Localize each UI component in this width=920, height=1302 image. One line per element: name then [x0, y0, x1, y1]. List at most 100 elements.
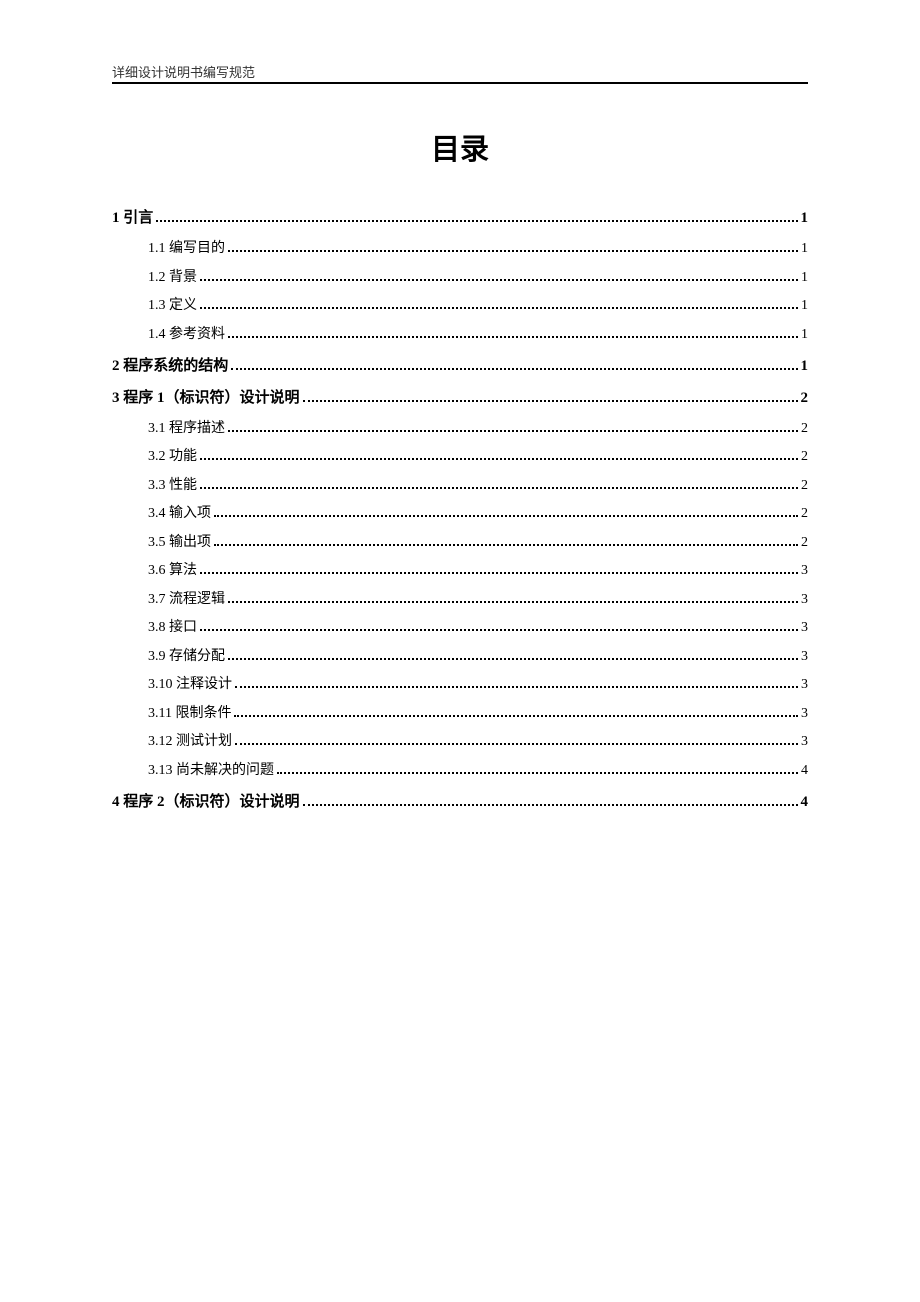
toc-text: 性能	[166, 478, 198, 493]
toc-number: 2	[112, 358, 120, 374]
toc-leader-dots	[228, 250, 798, 252]
toc-leader-dots	[214, 544, 798, 546]
toc-number: 3	[112, 390, 120, 406]
toc-text: 编写目的	[166, 241, 226, 256]
toc-number: 3.4	[148, 506, 166, 521]
toc-text: 算法	[166, 563, 198, 578]
toc-label: 3.13 尚未解决的问题	[148, 759, 274, 779]
toc-text: 输入项	[166, 506, 212, 521]
toc-text: 限制条件	[172, 706, 232, 721]
toc-text: 参考资料	[166, 327, 226, 342]
toc-text: 引言	[120, 210, 154, 226]
toc-page-number: 1	[801, 270, 808, 286]
toc-text: 存储分配	[166, 649, 226, 664]
toc-leader-dots	[200, 458, 798, 460]
toc-label: 3.2 功能	[148, 445, 197, 465]
toc-number: 3.2	[148, 449, 166, 464]
toc-label: 1.2 背景	[148, 266, 197, 286]
toc-container: 1 引言 11.1 编写目的 11.2 背景 11.3 定义 11.4 参考资料…	[112, 206, 808, 811]
toc-label: 3.10 注释设计	[148, 673, 232, 693]
toc-leader-dots	[200, 629, 798, 631]
toc-entry: 3 程序 1（标识符）设计说明 2	[112, 386, 808, 407]
toc-leader-dots	[235, 743, 798, 745]
toc-leader-dots	[277, 772, 798, 774]
toc-number: 1.2	[148, 270, 166, 285]
header-rule	[112, 82, 808, 84]
toc-leader-dots	[228, 336, 798, 338]
toc-page-number: 3	[801, 592, 808, 608]
toc-entry: 3.10 注释设计 3	[148, 673, 808, 693]
page-header: 详细设计说明书编写规范	[112, 62, 808, 81]
toc-label: 3.6 算法	[148, 559, 197, 579]
toc-number: 3.9	[148, 649, 166, 664]
toc-page-number: 1	[801, 358, 809, 375]
toc-leader-dots	[228, 430, 798, 432]
toc-page-number: 1	[801, 298, 808, 314]
toc-page-number: 3	[801, 649, 808, 665]
toc-leader-dots	[200, 279, 798, 281]
toc-label: 3.12 测试计划	[148, 730, 232, 750]
toc-entry: 3.3 性能 2	[148, 474, 808, 494]
toc-page-number: 3	[801, 677, 808, 693]
toc-entry: 3.8 接口 3	[148, 616, 808, 636]
toc-number: 3.6	[148, 563, 166, 578]
toc-leader-dots	[234, 715, 798, 717]
toc-leader-dots	[303, 804, 798, 806]
toc-page-number: 4	[801, 763, 808, 779]
toc-entry: 4 程序 2（标识符）设计说明 4	[112, 790, 808, 811]
toc-leader-dots	[214, 515, 798, 517]
toc-entry: 1.4 参考资料 1	[148, 323, 808, 343]
toc-label: 3.5 输出项	[148, 531, 211, 551]
toc-text: 程序描述	[166, 421, 226, 436]
toc-entry: 3.7 流程逻辑 3	[148, 588, 808, 608]
toc-text: 测试计划	[173, 734, 233, 749]
toc-label: 3 程序 1（标识符）设计说明	[112, 386, 300, 407]
toc-text: 接口	[166, 620, 198, 635]
toc-entry: 3.4 输入项 2	[148, 502, 808, 522]
toc-entry: 3.2 功能 2	[148, 445, 808, 465]
toc-leader-dots	[235, 686, 798, 688]
toc-page-number: 1	[801, 327, 808, 343]
toc-label: 4 程序 2（标识符）设计说明	[112, 790, 300, 811]
toc-entry: 3.11 限制条件 3	[148, 702, 808, 722]
toc-label: 2 程序系统的结构	[112, 354, 228, 375]
toc-text: 背景	[166, 270, 198, 285]
toc-page-number: 3	[801, 620, 808, 636]
toc-entry: 3.5 输出项 2	[148, 531, 808, 551]
toc-entry: 2 程序系统的结构 1	[112, 354, 808, 375]
toc-number: 3.11	[148, 706, 172, 721]
toc-number: 3.12	[148, 734, 173, 749]
toc-page-number: 2	[801, 390, 809, 407]
toc-entry: 3.13 尚未解决的问题 4	[148, 759, 808, 779]
toc-number: 3.8	[148, 620, 166, 635]
toc-number: 1	[112, 210, 120, 226]
toc-label: 3.8 接口	[148, 616, 197, 636]
toc-number: 1.3	[148, 298, 166, 313]
toc-label: 3.3 性能	[148, 474, 197, 494]
toc-entry: 1.3 定义 1	[148, 294, 808, 314]
toc-label: 1.1 编写目的	[148, 237, 225, 257]
toc-number: 3.3	[148, 478, 166, 493]
toc-page-number: 3	[801, 706, 808, 722]
toc-number: 3.13	[148, 763, 173, 778]
toc-page-number: 2	[801, 535, 808, 551]
toc-label: 3.4 输入项	[148, 502, 211, 522]
toc-number: 3.1	[148, 421, 166, 436]
toc-label: 3.1 程序描述	[148, 417, 225, 437]
toc-page-number: 1	[801, 210, 809, 227]
toc-text: 注释设计	[173, 677, 233, 692]
toc-label: 3.11 限制条件	[148, 702, 231, 722]
toc-entry: 3.6 算法 3	[148, 559, 808, 579]
toc-leader-dots	[228, 658, 798, 660]
toc-number: 3.5	[148, 535, 166, 550]
toc-text: 定义	[166, 298, 198, 313]
toc-entry: 1.2 背景 1	[148, 266, 808, 286]
toc-page-number: 3	[801, 563, 808, 579]
toc-leader-dots	[200, 487, 798, 489]
toc-page-number: 2	[801, 506, 808, 522]
toc-label: 1.3 定义	[148, 294, 197, 314]
toc-label: 1 引言	[112, 206, 153, 227]
toc-leader-dots	[156, 220, 797, 222]
toc-text: 尚未解决的问题	[173, 763, 275, 778]
toc-page-number: 2	[801, 449, 808, 465]
